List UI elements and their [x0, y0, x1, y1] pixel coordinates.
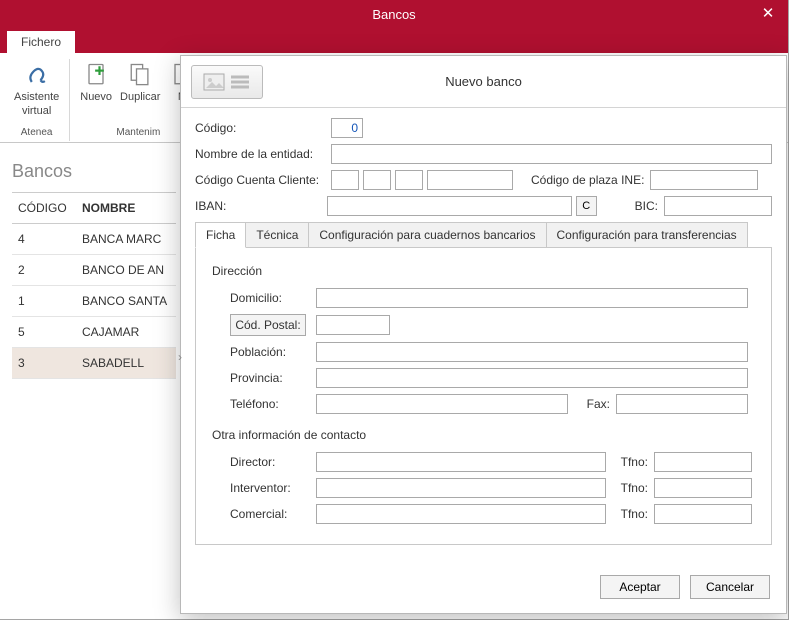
- cell-nombre: BANCO SANTA: [82, 294, 167, 308]
- group-label-manten: Mantenim: [116, 127, 160, 141]
- input-bic[interactable]: [664, 196, 772, 216]
- label-comercial: Comercial:: [230, 507, 316, 521]
- table-row[interactable]: 5 CAJAMAR: [12, 317, 176, 348]
- duplicate-icon: [126, 61, 154, 89]
- input-domicilio[interactable]: [316, 288, 748, 308]
- tab-body-ficha: Dirección Domicilio: Cód. Postal: Poblac…: [195, 247, 772, 545]
- input-iban[interactable]: [327, 196, 572, 216]
- input-director[interactable]: [316, 452, 606, 472]
- ribbon-btn-duplicar[interactable]: Duplicar: [116, 59, 164, 105]
- ribbon-group-atenea: Asistente virtual Atenea: [4, 59, 70, 141]
- section-direccion: Dirección: [212, 264, 759, 278]
- cell-codigo: 4: [18, 232, 82, 246]
- new-doc-icon: [82, 61, 110, 89]
- alpha-icon: [23, 61, 51, 89]
- input-codpostal[interactable]: [316, 315, 390, 335]
- input-plaza-ine[interactable]: [650, 170, 758, 190]
- table-row[interactable]: 4 BANCA MARC: [12, 224, 176, 255]
- window-title: Bancos: [372, 7, 415, 22]
- modal-form: Código: Nombre de la entidad: Código Cue…: [181, 108, 786, 553]
- window-titlebar: Bancos ✕: [0, 0, 788, 28]
- label-iban: IBAN:: [195, 199, 327, 213]
- label-domicilio: Domicilio:: [230, 291, 316, 305]
- input-provincia[interactable]: [316, 368, 748, 388]
- label-ccc: Código Cuenta Cliente:: [195, 173, 331, 187]
- input-ccc-4[interactable]: [427, 170, 513, 190]
- iban-calc-button[interactable]: C: [576, 196, 597, 216]
- modal-title: Nuevo banco: [191, 74, 776, 89]
- input-comercial[interactable]: [316, 504, 606, 524]
- label-interventor: Interventor:: [230, 481, 316, 495]
- page-title: Bancos: [12, 161, 176, 182]
- cell-nombre: BANCO DE AN: [82, 263, 164, 277]
- label-tfno: Tfno:: [612, 455, 648, 469]
- input-interventor-tfno[interactable]: [654, 478, 752, 498]
- modal-header: Nuevo banco: [181, 56, 786, 108]
- col-codigo[interactable]: CÓDIGO: [18, 201, 82, 215]
- ribbon-btn-nuevo[interactable]: Nuevo: [76, 59, 116, 105]
- tab-tecnica[interactable]: Técnica: [245, 222, 309, 248]
- main-tabstrip: Fichero: [0, 28, 788, 53]
- input-ccc-2[interactable]: [363, 170, 391, 190]
- input-nombre-entidad[interactable]: [331, 144, 772, 164]
- cancelar-button[interactable]: Cancelar: [690, 575, 770, 599]
- asistente-label1: Asistente: [14, 91, 59, 103]
- input-ccc-3[interactable]: [395, 170, 423, 190]
- input-fax[interactable]: [616, 394, 748, 414]
- label-director: Director:: [230, 455, 316, 469]
- asistente-label2: virtual: [22, 105, 51, 117]
- cell-codigo: 1: [18, 294, 82, 308]
- label-telefono: Teléfono:: [230, 397, 316, 411]
- cell-codigo: 3: [18, 356, 82, 370]
- label-bic: BIC:: [627, 199, 658, 213]
- label-fax: Fax:: [574, 397, 610, 411]
- label-codigo: Código:: [195, 121, 331, 135]
- close-icon[interactable]: ✕: [756, 4, 780, 24]
- label-tfno: Tfno:: [612, 507, 648, 521]
- label-plaza-ine: Código de plaza INE:: [531, 173, 644, 187]
- cell-codigo: 5: [18, 325, 82, 339]
- cell-codigo: 2: [18, 263, 82, 277]
- input-interventor[interactable]: [316, 478, 606, 498]
- table-row[interactable]: 3 SABADELL: [12, 348, 176, 379]
- section-otra: Otra información de contacto: [212, 428, 759, 442]
- tab-fichero[interactable]: Fichero: [6, 30, 76, 53]
- duplicar-label: Duplicar: [120, 91, 160, 103]
- label-nombre-entidad: Nombre de la entidad:: [195, 147, 331, 161]
- tab-ficha[interactable]: Ficha: [195, 222, 246, 248]
- cell-nombre: SABADELL: [82, 356, 144, 370]
- detail-tabstrip: Ficha Técnica Configuración para cuadern…: [195, 222, 772, 248]
- label-poblacion: Población:: [230, 345, 316, 359]
- col-nombre[interactable]: NOMBRE: [82, 201, 135, 215]
- input-poblacion[interactable]: [316, 342, 748, 362]
- table-row[interactable]: 1 BANCO SANTA: [12, 286, 176, 317]
- cell-nombre: BANCA MARC: [82, 232, 161, 246]
- ribbon-btn-asistente[interactable]: Asistente virtual: [10, 59, 63, 119]
- label-provincia: Provincia:: [230, 371, 316, 385]
- tab-cuadernos[interactable]: Configuración para cuadernos bancarios: [308, 222, 546, 248]
- nuevo-label: Nuevo: [80, 91, 112, 103]
- cell-nombre: CAJAMAR: [82, 325, 139, 339]
- group-label-atenea: Atenea: [21, 127, 53, 141]
- list-header: CÓDIGO NOMBRE: [12, 192, 176, 224]
- input-comercial-tfno[interactable]: [654, 504, 752, 524]
- modal-nuevo-banco: › Nuevo banco Código: Nombre de la entid…: [180, 55, 787, 614]
- collapse-arrow-icon[interactable]: ›: [174, 346, 186, 368]
- label-tfno: Tfno:: [612, 481, 648, 495]
- input-codigo[interactable]: [331, 118, 363, 138]
- input-telefono[interactable]: [316, 394, 568, 414]
- table-row[interactable]: 2 BANCO DE AN: [12, 255, 176, 286]
- input-director-tfno[interactable]: [654, 452, 752, 472]
- button-codpostal[interactable]: Cód. Postal:: [230, 314, 306, 336]
- aceptar-button[interactable]: Aceptar: [600, 575, 680, 599]
- input-ccc-1[interactable]: [331, 170, 359, 190]
- tab-transferencias[interactable]: Configuración para transferencias: [546, 222, 748, 248]
- modal-footer-buttons: Aceptar Cancelar: [600, 575, 770, 599]
- bank-listpanel: Bancos CÓDIGO NOMBRE 4 BANCA MARC 2 BANC…: [12, 161, 176, 379]
